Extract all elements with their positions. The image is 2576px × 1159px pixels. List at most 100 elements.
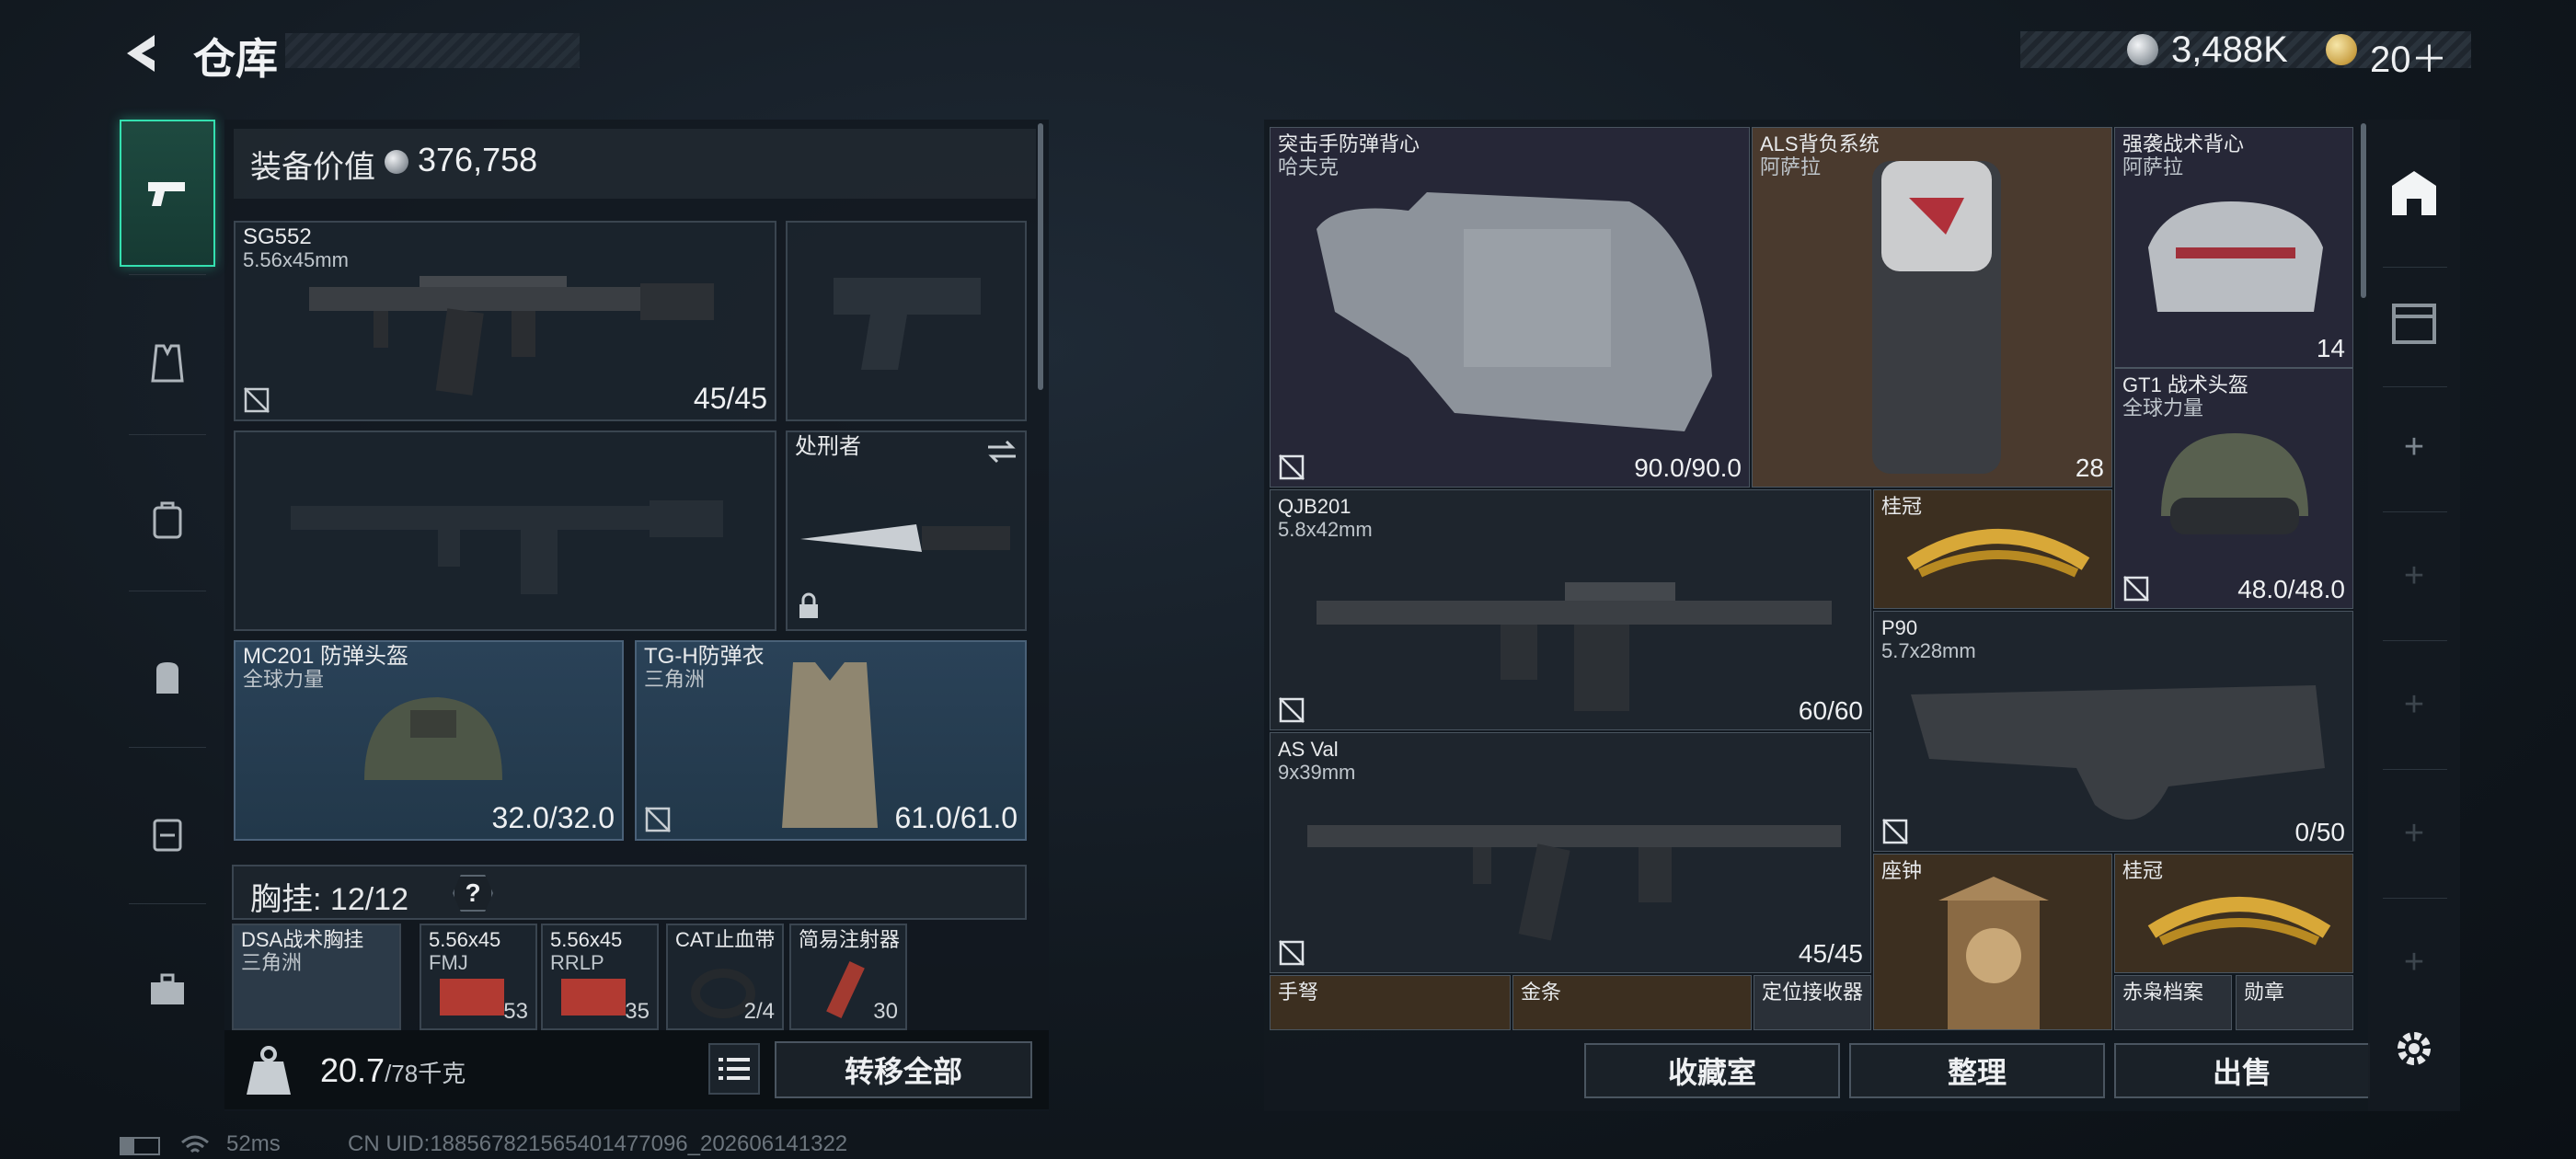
stash-item[interactable]: GT1 战术头盔 全球力量 48.0/48.0: [2114, 368, 2353, 609]
equip-value-label: 装备价值: [250, 150, 375, 185]
gold-coin-icon: [2326, 34, 2357, 65]
injector-icon: [826, 961, 865, 1018]
secondary-weapon-slot[interactable]: [786, 221, 1027, 421]
tab-armor[interactable]: [120, 291, 215, 438]
item-sub: FMJ: [429, 951, 468, 974]
item-brand: 三角洲: [644, 668, 706, 691]
tab-stash-2[interactable]: [2368, 258, 2460, 386]
item-name: 5.56x45: [429, 928, 501, 951]
item-name: 赤枭档案: [2122, 981, 2204, 1004]
item-name: AS Val: [1278, 738, 1339, 761]
chest-rig-label: 胸挂: 12/12: [250, 882, 408, 917]
item-brand: 阿萨拉: [2122, 155, 2184, 178]
add-stash-tab-button[interactable]: +: [2368, 383, 2460, 511]
durability: 61.0/61.0: [894, 801, 1018, 834]
item-name: SG552: [243, 224, 312, 249]
settings-button[interactable]: [2368, 984, 2460, 1113]
item-name: 5.56x45: [550, 928, 623, 951]
ammo-count: 0/50: [2294, 818, 2346, 846]
stash-item[interactable]: 手弩: [1270, 975, 1511, 1030]
loadout-scrollbar[interactable]: [1038, 123, 1043, 390]
clock-icon: [1938, 877, 2049, 1029]
vest-icon: [151, 344, 184, 383]
no-insure-icon: [645, 807, 671, 832]
locked-stash-tab[interactable]: +: [2368, 640, 2460, 769]
stash-item[interactable]: P90 5.7x28mm 0/50: [1873, 611, 2353, 852]
sort-button[interactable]: 整理: [1849, 1043, 2105, 1098]
tertiary-weapon-slot[interactable]: [234, 430, 776, 631]
melee-slot[interactable]: 处刑者: [786, 430, 1027, 631]
weight-icon: [247, 1046, 291, 1095]
stash-item[interactable]: 桂冠: [1873, 489, 2112, 609]
stash-item[interactable]: 定位接收器: [1754, 975, 1871, 1030]
helmet-icon: [2161, 433, 2308, 534]
item-name: 勋章: [2244, 981, 2285, 1004]
stash-item[interactable]: 座钟: [1873, 854, 2112, 1030]
item-name: 突击手防弹背心: [1278, 132, 1420, 155]
tab-toolbox[interactable]: [120, 916, 215, 1063]
locked-stash-tab[interactable]: +: [2368, 511, 2460, 640]
stash-scrollbar[interactable]: [2361, 123, 2366, 298]
stash-item[interactable]: ALS背负系统 阿萨拉 28: [1752, 127, 2112, 488]
silver-coin-icon: [385, 150, 408, 174]
equip-value: 376,758: [418, 141, 538, 178]
stash-item[interactable]: 勋章: [2236, 975, 2353, 1030]
sell-button[interactable]: 出售: [2114, 1043, 2370, 1098]
rig-item[interactable]: DSA战术胸挂 三角洲: [232, 924, 401, 1030]
stash-item[interactable]: QJB201 5.8x42mm 60/60: [1270, 489, 1871, 730]
list-icon: [719, 1058, 750, 1080]
plus-icon: +: [2403, 684, 2425, 724]
title-decoration: [285, 33, 580, 68]
helmet-icon: [364, 697, 502, 780]
tab-medical[interactable]: [120, 760, 215, 907]
tactical-vest-icon: [1317, 192, 1712, 431]
primary-weapon-slot[interactable]: SG552 5.56x45mm 45/45: [234, 221, 776, 421]
help-button[interactable]: ?: [453, 875, 493, 912]
plus-icon: +: [2403, 427, 2425, 466]
back-button[interactable]: [118, 28, 169, 79]
durability: 48.0/48.0: [2237, 575, 2345, 603]
stash-item[interactable]: 金条: [1512, 975, 1752, 1030]
armor-slot[interactable]: TG-H防弹衣 三角洲 61.0/61.0: [635, 640, 1027, 841]
item-name: MC201 防弹头盔: [243, 644, 409, 669]
list-view-button[interactable]: [708, 1043, 760, 1095]
transfer-all-button[interactable]: 转移全部: [775, 1041, 1032, 1098]
ammo-box-icon: [440, 979, 504, 1016]
tab-weapons[interactable]: [120, 120, 215, 267]
stash-item[interactable]: 赤枭档案: [2114, 975, 2232, 1030]
pistol-silhouette-icon: [834, 278, 981, 370]
laurel-crown-icon: [1906, 529, 2090, 578]
rig-item[interactable]: CAT止血带 2/4: [666, 924, 784, 1030]
item-name: 简易注射器: [799, 928, 901, 951]
locked-stash-tab[interactable]: +: [2368, 769, 2460, 898]
no-insure-icon: [244, 387, 270, 413]
tab-stash-main[interactable]: [2368, 129, 2460, 258]
swap-icon[interactable]: [986, 438, 1018, 465]
item-name: 强袭战术背心: [2122, 132, 2245, 155]
no-insure-icon: [2123, 576, 2149, 602]
rifle-silhouette-icon: [291, 500, 723, 594]
stash-item[interactable]: AS Val 9x39mm 45/45: [1270, 732, 1871, 973]
rig-item[interactable]: 5.56x45 RRLP 35: [541, 924, 659, 1030]
category-sidebar: [120, 116, 215, 1084]
helmet-slot[interactable]: MC201 防弹头盔 全球力量 32.0/32.0: [234, 640, 624, 841]
rig-item[interactable]: 简易注射器 30: [789, 924, 907, 1030]
stash-item[interactable]: 突击手防弹背心 哈夫克 90.0/90.0: [1270, 127, 1750, 488]
stash-item[interactable]: 强袭战术背心 阿萨拉 14: [2114, 127, 2353, 368]
tab-bag[interactable]: [120, 603, 215, 751]
suppressed-rifle-icon: [1307, 825, 1841, 941]
gold-amount[interactable]: 20＋: [2370, 29, 2448, 83]
no-insure-icon: [1279, 454, 1305, 480]
uid-text: CN UID:1885678215654014770​96_2026061413…: [348, 1131, 848, 1156]
stash-icon: [2392, 171, 2436, 215]
capacity: 28: [2075, 453, 2104, 482]
collection-button[interactable]: 收藏室: [1584, 1043, 1840, 1098]
item-brand: 三角洲: [241, 951, 303, 974]
toolbox-icon: [151, 973, 184, 1004]
duffel-bag-icon: [2148, 201, 2323, 312]
stash-item[interactable]: 桂冠: [2114, 854, 2353, 973]
knife-icon: [800, 524, 1010, 552]
page-title: 仓库: [193, 35, 278, 83]
tab-backpack[interactable]: [120, 447, 215, 594]
rig-item[interactable]: 5.56x45 FMJ 53: [420, 924, 537, 1030]
